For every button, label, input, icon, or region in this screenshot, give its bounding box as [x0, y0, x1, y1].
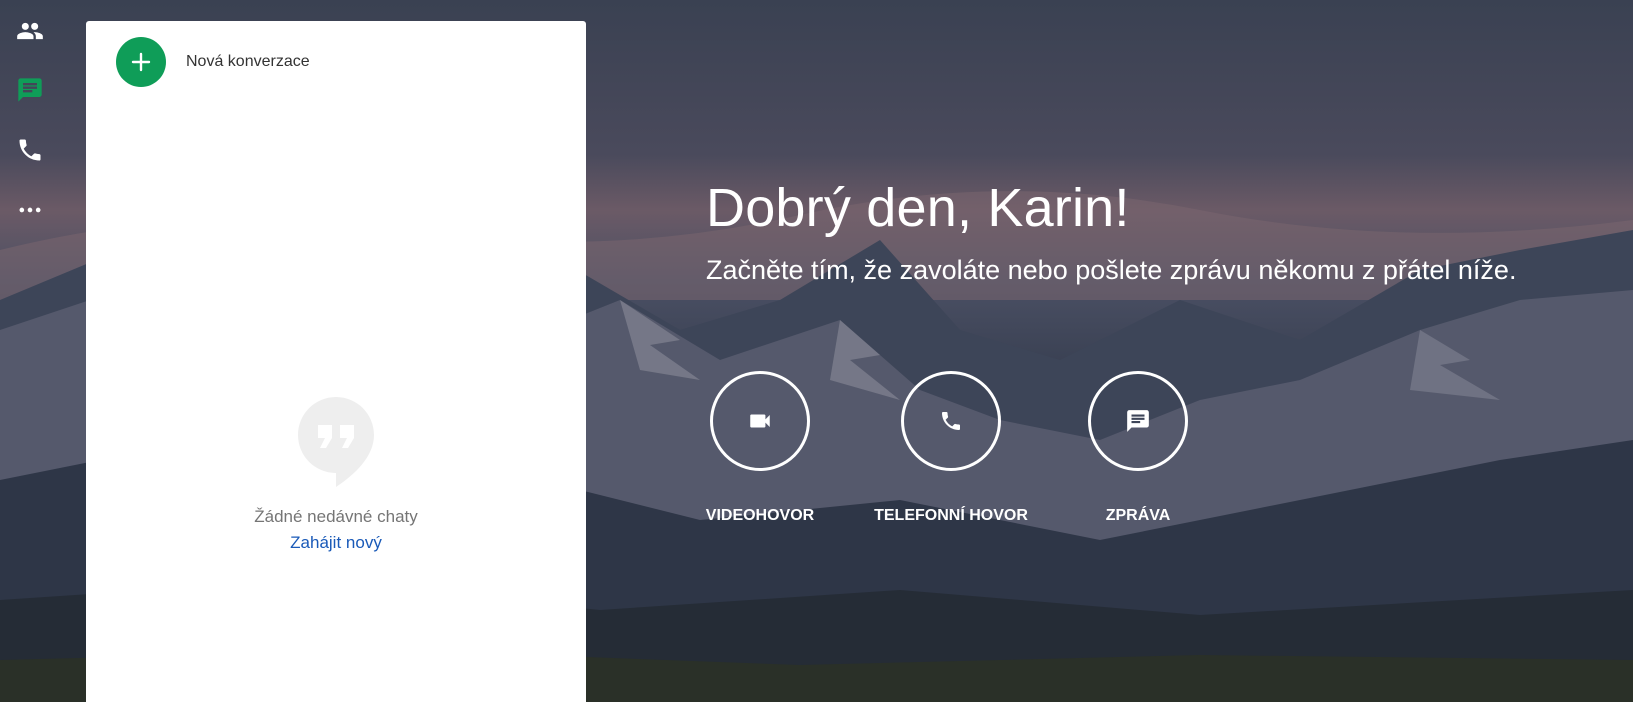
start-new-link[interactable]: Zahájit nový: [290, 533, 382, 553]
video-call-label: VIDEOHOVOR: [705, 507, 815, 524]
new-conversation-button[interactable]: Nová konverzace: [116, 37, 310, 87]
plus-icon: [131, 52, 151, 72]
message-icon: [1127, 410, 1149, 432]
phone-call-button[interactable]: [901, 371, 1001, 471]
greeting-subtitle: Začněte tím, že zavoláte nebo pošlete zp…: [706, 255, 1517, 285]
video-call-button[interactable]: [710, 371, 810, 471]
fab-add[interactable]: [116, 37, 166, 87]
chat-icon: [18, 78, 42, 102]
empty-state-text: Žádné nedávné chaty: [254, 507, 418, 526]
phone-icon: [19, 139, 41, 161]
rail-calls-button[interactable]: [10, 130, 50, 170]
people-icon: [17, 22, 43, 40]
greeting-title: Dobrý den, Karin!: [706, 178, 1130, 238]
video-call-action[interactable]: VIDEOHOVOR: [670, 371, 850, 525]
empty-state: Žádné nedávné chaty Zahájit nový: [86, 397, 586, 553]
videocam-icon: [750, 414, 770, 428]
phone-call-label: TELEFONNÍ HOVOR: [874, 507, 1028, 524]
rail-chats-button[interactable]: [10, 70, 50, 110]
rail-more-button[interactable]: [10, 190, 50, 230]
more-horiz-icon: [19, 207, 41, 213]
conversations-panel: Nová konverzace Žádné nedávné chaty Zahá…: [86, 21, 586, 702]
phone-icon: [942, 412, 960, 430]
message-label: ZPRÁVA: [1105, 507, 1171, 524]
left-rail: [0, 0, 86, 702]
message-action[interactable]: ZPRÁVA: [1048, 371, 1228, 525]
quote-bubble-icon: [298, 397, 374, 487]
phone-call-action[interactable]: TELEFONNÍ HOVOR: [861, 371, 1041, 525]
new-conversation-label: Nová konverzace: [186, 53, 310, 70]
message-button[interactable]: [1088, 371, 1188, 471]
rail-contacts-button[interactable]: [10, 11, 50, 51]
